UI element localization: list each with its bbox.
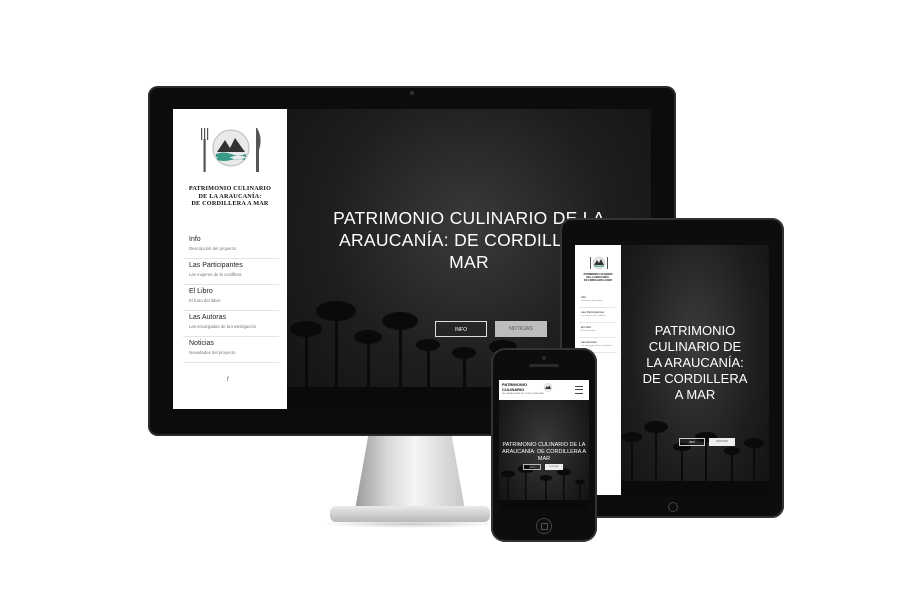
- sidebar-item-label: Las Participantes: [189, 262, 243, 269]
- sidebar-item-label: Las Autoras: [189, 314, 226, 321]
- fork-icon: [201, 128, 209, 172]
- phone-screen: PATRIMONIO CULINARIO DE LA ARAUCANÍA: DE…: [499, 380, 589, 510]
- sidebar: PATRIMONIO CULINARIO DE LA ARAUCANÍA: DE…: [173, 109, 287, 409]
- hero-title-line-3: LA ARAUCANÍA:: [646, 355, 744, 370]
- brand-line-2: CULINARIO: [502, 386, 525, 392]
- hero-title-line-1: PATRIMONIO CULINARIO DE LA: [502, 442, 586, 448]
- brand-line-1: PATRIMONIO CULINARIO: [188, 185, 272, 192]
- hero-title-line-2: ARAUCANÍA: DE CORDILLERA A: [501, 449, 587, 455]
- phone-brand-title: PATRIMONIO CULINARIO: [502, 382, 527, 392]
- sidebar-nav: Info Descripción del proyecto Las Partic…: [183, 233, 279, 363]
- phone-header: PATRIMONIO CULINARIO DE LA ARAUCANÍA: DE…: [499, 380, 589, 400]
- hero-title-line-3: MAR: [537, 456, 551, 462]
- sidebar-item-label: Info: [581, 295, 587, 299]
- hero-title-line-5: A MAR: [674, 387, 716, 402]
- site-logo-icon[interactable]: [588, 255, 610, 271]
- sidebar-item-subtitle: Novedades del proyecto: [189, 350, 236, 355]
- sidebar-item-label: Noticias: [189, 340, 214, 347]
- home-button-icon[interactable]: [536, 518, 552, 534]
- hamburger-menu-icon[interactable]: [575, 386, 583, 394]
- sidebar-item-info[interactable]: Info Descripción del proyecto: [579, 293, 617, 308]
- phone-brand-subtitle: DE LA ARAUCANÍA: DE CORDILLERA A MAR: [502, 393, 544, 395]
- sidebar-item-info[interactable]: Info Descripción del proyecto: [183, 233, 279, 259]
- news-button[interactable]: NOTICIAS: [495, 321, 547, 337]
- site-logo-icon[interactable]: [195, 124, 267, 176]
- monitor-stand-base: [330, 506, 490, 522]
- sidebar-item-participantes[interactable]: Las Participantes Las mujeres de la cord…: [183, 259, 279, 285]
- brand-line-3: DE CORDILLERA A MAR: [584, 279, 612, 282]
- hero-title-line-1: PATRIMONIO: [654, 323, 736, 338]
- phone-device: PATRIMONIO CULINARIO DE LA ARAUCANÍA: DE…: [491, 348, 597, 542]
- tablet-sidebar-nav: Info Descripción del proyecto Las Partic…: [579, 293, 617, 353]
- facebook-icon[interactable]: f: [227, 377, 229, 383]
- phone-speaker: [529, 364, 559, 367]
- hero-title-line-2: CULINARIO DE: [648, 339, 742, 354]
- monitor-camera: [410, 91, 414, 95]
- sidebar-item-libro[interactable]: El Libro El fruto del labor: [579, 323, 617, 338]
- sidebar-item-label: El Libro: [189, 288, 213, 295]
- tablet-brand-title: PATRIMONIO CULINARIO DE LA ARAUCANÍA: DE…: [575, 273, 621, 282]
- brand-title: PATRIMONIO CULINARIO DE LA ARAUCANÍA: DE…: [173, 185, 287, 208]
- sidebar-item-label: El Libro: [581, 325, 592, 329]
- info-button[interactable]: INFO: [435, 321, 487, 337]
- news-button[interactable]: NOTICIAS: [545, 464, 563, 470]
- info-button[interactable]: INFO: [523, 464, 541, 470]
- mountain-logo-icon[interactable]: [543, 383, 553, 392]
- brand-line-2: DE LA ARAUCANÍA:: [198, 192, 262, 200]
- sidebar-item-subtitle: Las encargadas de la investigación: [189, 324, 257, 329]
- sidebar-item-subtitle: Descripción del proyecto: [581, 300, 603, 302]
- sidebar-item-participantes[interactable]: Las Participantes Las mujeres de la cord…: [579, 308, 617, 323]
- sidebar-item-subtitle: El fruto del labor: [189, 298, 221, 303]
- news-button[interactable]: NOTICIAS: [709, 438, 735, 446]
- home-button-icon[interactable]: [668, 502, 678, 512]
- knife-icon: [256, 128, 261, 172]
- sidebar-item-subtitle: Las mujeres de la cordillera: [581, 315, 606, 317]
- sidebar-item-subtitle: Descripción del proyecto: [189, 246, 237, 251]
- sidebar-item-subtitle: Las mujeres de la cordillera: [189, 272, 242, 277]
- info-button[interactable]: INFO: [679, 438, 705, 446]
- sidebar-item-label: Info: [189, 236, 201, 243]
- sidebar-item-noticias[interactable]: Noticias Novedades del proyecto: [183, 337, 279, 363]
- hero-title-line-4: DE CORDILLERA: [642, 371, 748, 386]
- tablet-screen: PATRIMONIO CULINARIO DE LA ARAUCANÍA: DE…: [575, 245, 769, 495]
- brand-line-3: DE CORDILLERA A MAR: [191, 200, 269, 207]
- monitor-stand-neck: [355, 436, 465, 510]
- sidebar-item-label: Las Autoras: [581, 340, 597, 344]
- phone-camera: [542, 356, 546, 360]
- phone-hero-title: PATRIMONIO CULINARIO DE LA ARAUCANÍA: DE…: [499, 442, 589, 463]
- sidebar-item-autoras[interactable]: Las Autoras Las encargadas de la investi…: [183, 311, 279, 337]
- sidebar-item-libro[interactable]: El Libro El fruto del labor: [183, 285, 279, 311]
- sidebar-item-label: Las Participantes: [581, 310, 605, 314]
- sidebar-item-subtitle: Las encargadas de la investigación: [581, 345, 613, 347]
- sidebar-item-subtitle: El fruto del labor: [581, 330, 596, 332]
- tablet-hero-title: PATRIMONIO CULINARIO DE LA ARAUCANÍA: DE…: [621, 323, 769, 403]
